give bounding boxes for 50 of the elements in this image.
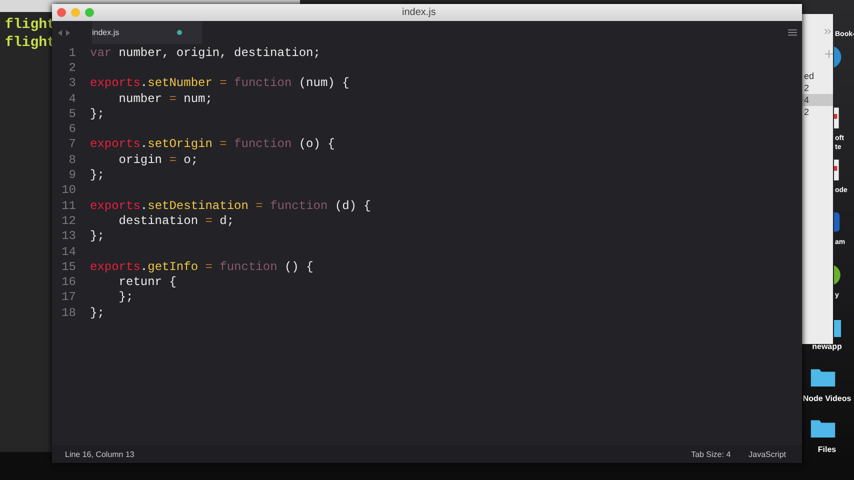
code-line: }; (90, 106, 104, 121)
chevron-icon[interactable] (824, 28, 832, 35)
list-row[interactable]: ed (802, 70, 833, 82)
code-line: number = num; (118, 92, 212, 106)
code-line: exports.setNumber = function (num) { (90, 76, 350, 90)
line-number: 13 (60, 229, 76, 244)
terminal-line: flight (5, 16, 56, 34)
menu-icon[interactable] (788, 29, 797, 36)
list-row[interactable]: 2 (802, 82, 833, 94)
desktop-icon-label[interactable]: Files (800, 445, 854, 455)
code-line: }; (90, 229, 104, 244)
code-line: }; (90, 306, 104, 320)
desktop-icon-label[interactable]: Node Videos (800, 394, 854, 404)
line-number: 17 (60, 290, 76, 304)
line-number: 5 (68, 106, 76, 121)
list-row[interactable]: 2 (802, 106, 833, 118)
line-number: 18 (60, 306, 76, 320)
line-number: 6 (68, 122, 76, 136)
desktop-icon-label[interactable]: newapp (800, 342, 854, 352)
line-number: 8 (68, 152, 76, 167)
code-line: exports.getInfo = function () { (90, 260, 314, 274)
line-number: 2 (68, 60, 76, 75)
line-number: 10 (60, 183, 76, 198)
line-number: 16 (60, 275, 76, 290)
line-number: 7 (68, 137, 76, 152)
tab-navigation-icon[interactable] (58, 30, 70, 36)
tab-size[interactable]: Tab Size: 4 (691, 450, 731, 458)
line-number: 3 (68, 76, 76, 90)
cursor-position: Line 16, Column 13 (65, 450, 136, 458)
line-number: 15 (60, 260, 76, 274)
syntax-mode[interactable]: JavaScript (748, 450, 786, 458)
code-line: }; (90, 168, 104, 182)
code-line: }; (118, 290, 134, 304)
code-line: origin = o; (118, 152, 198, 167)
line-number: 14 (60, 244, 76, 258)
line-number: 4 (68, 92, 76, 106)
list-row[interactable]: 4 (802, 94, 833, 106)
editor-tab[interactable]: index.js (92, 21, 202, 44)
code-line: var number, origin, destination; (90, 46, 320, 60)
code-line: exports.setDestination = function (d) { (90, 198, 371, 213)
window-title: index.js (402, 7, 436, 18)
terminal-line: flight (5, 34, 56, 52)
code-line: exports.setOrigin = function (o) { (90, 137, 335, 152)
line-number: 9 (68, 168, 76, 182)
line-number: 12 (60, 214, 76, 228)
line-number: 11 (60, 198, 76, 213)
line-number: 1 (68, 46, 76, 60)
code-line: destination = d; (118, 214, 234, 228)
code-line: retunr { (118, 275, 176, 290)
close-button[interactable] (57, 8, 66, 17)
